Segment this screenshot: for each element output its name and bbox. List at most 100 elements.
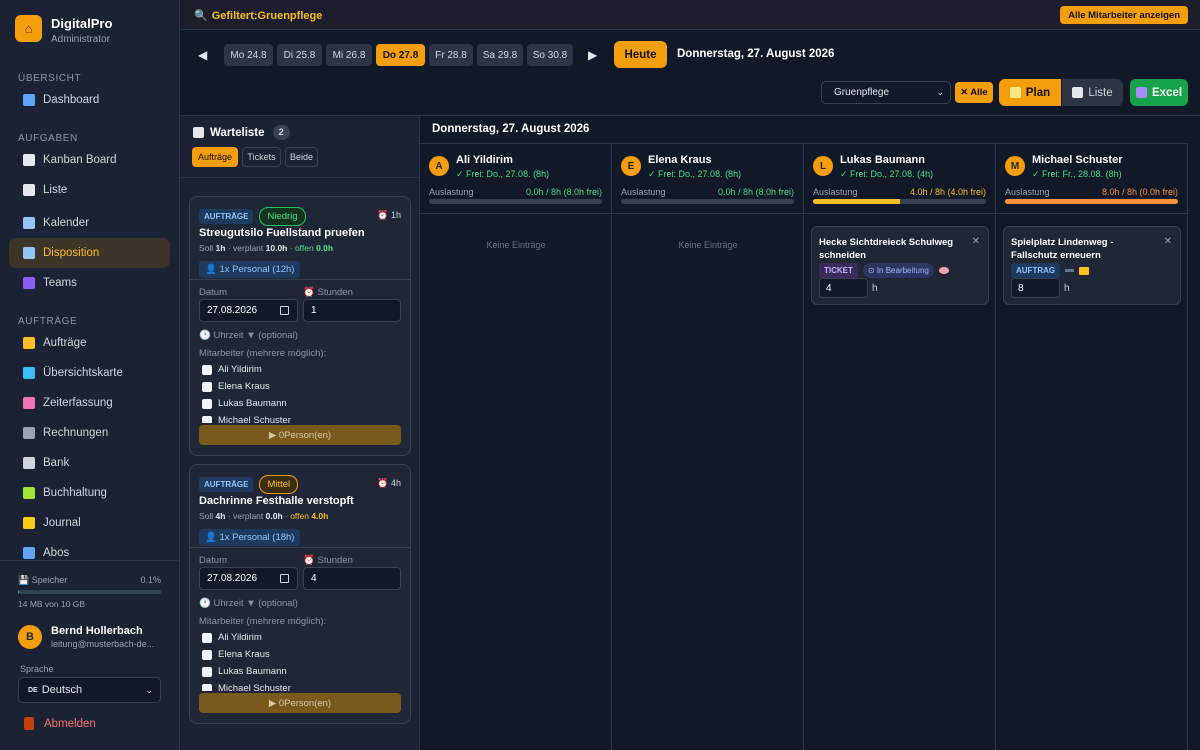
- language-select[interactable]: DE Deutsch ⌄: [18, 677, 161, 703]
- close-icon[interactable]: ✕: [1164, 236, 1172, 247]
- checkbox[interactable]: [202, 649, 212, 660]
- bank-icon: [23, 457, 35, 469]
- waitlist-card[interactable]: AUFTRÄGE Niedrig ⏰ 1h Streugutsilo Fuells…: [189, 196, 411, 456]
- sidebar-footer: 💾 Speicher 0.1% 14 MB von 10 GB B Bernd H…: [0, 560, 179, 750]
- employee-checkbox[interactable]: Ali Yildirim: [202, 632, 262, 643]
- logout-label: Abmelden: [44, 717, 96, 730]
- plan-entry-card[interactable]: Hecke Sichtdreieck Schulweg schneiden ✕ …: [811, 226, 989, 305]
- clear-filter-button[interactable]: ✕ Alle: [955, 82, 993, 103]
- employee-checkbox[interactable]: Ali Yildirim: [202, 364, 262, 375]
- invoice-icon: [23, 427, 35, 439]
- checkbox[interactable]: [202, 364, 212, 375]
- sidebar-item-label: Kalender: [43, 217, 90, 229]
- plan-view-button[interactable]: Plan: [999, 79, 1061, 106]
- sidebar-item-liste[interactable]: Liste: [9, 175, 170, 205]
- utilization-value: 4.0h / 8h (4.0h frei): [909, 187, 986, 197]
- employee-checkbox[interactable]: Michael Schuster: [202, 683, 291, 691]
- employee-checkbox[interactable]: Lukas Baumann: [202, 398, 287, 409]
- entry-hours-input[interactable]: 8: [1011, 278, 1060, 298]
- employee-column-body[interactable]: Spielplatz Lindenweg - Fallschutz erneue…: [996, 215, 1188, 750]
- checkbox[interactable]: [202, 381, 212, 392]
- app-name: DigitalPro: [51, 16, 113, 31]
- sidebar-item-label: Journal: [43, 517, 81, 529]
- employee-checkbox[interactable]: Elena Kraus: [202, 381, 270, 392]
- checkbox[interactable]: [202, 683, 212, 691]
- tab-beide[interactable]: Beide: [285, 147, 318, 167]
- day-tab[interactable]: Mo 24.8: [224, 44, 273, 66]
- user-profile[interactable]: B Bernd Hollerbach leitung@musterbach-de…: [18, 625, 154, 649]
- type-badge: AUFTRAG: [1011, 263, 1061, 278]
- day-tab[interactable]: Di 25.8: [277, 44, 322, 66]
- checkbox[interactable]: [202, 632, 212, 643]
- avatar: M: [1005, 156, 1025, 176]
- assign-button[interactable]: ▶ 0Person(en): [199, 425, 401, 445]
- sidebar-item-rechnungen[interactable]: Rechnungen: [9, 418, 170, 448]
- list-view-button[interactable]: Liste: [1062, 79, 1123, 106]
- close-icon[interactable]: ✕: [972, 236, 980, 247]
- entry-hours-input[interactable]: 4: [819, 278, 868, 298]
- employee-column-body[interactable]: Keine Einträge: [420, 215, 612, 750]
- sidebar-item-zeiterfassung[interactable]: Zeiterfassung: [9, 388, 170, 418]
- sidebar-item-teams[interactable]: Teams: [9, 268, 170, 298]
- calendar-icon: [23, 247, 35, 259]
- avatar: E: [621, 156, 641, 176]
- chevron-down-icon: ⌄: [936, 87, 944, 97]
- sidebar-item-label: Rechnungen: [43, 427, 109, 439]
- clipboard-icon: [1072, 87, 1084, 98]
- sidebar-item-journal[interactable]: Journal: [9, 508, 170, 538]
- sidebar-item-übersichtskarte[interactable]: Übersichtskarte: [9, 358, 170, 388]
- day-tab[interactable]: So 30.8: [527, 44, 573, 66]
- day-tab[interactable]: Do 27.8: [376, 44, 425, 66]
- utilization-value: 8.0h / 8h (0.0h frei): [1101, 187, 1178, 197]
- waitlist-header: Warteliste 2: [193, 125, 290, 140]
- sidebar-item-dashboard[interactable]: Dashboard: [9, 85, 170, 115]
- utilization-bar: [813, 199, 986, 204]
- waitlist-card[interactable]: AUFTRÄGE Mittel ⏰ 4h Dachrinne Festhalle …: [189, 464, 411, 724]
- show-all-employees-button[interactable]: Alle Mitarbeiter anzeigen: [1060, 6, 1188, 24]
- day-tab[interactable]: Sa 29.8: [477, 44, 523, 66]
- team-select[interactable]: Gruenpflege ⌄: [821, 81, 951, 104]
- sidebar-item-label: Bank: [43, 457, 70, 469]
- checkbox[interactable]: [202, 415, 212, 423]
- utilization-bar: [1005, 199, 1178, 204]
- prev-week-button[interactable]: ◀: [198, 48, 207, 62]
- sidebar-item-kalender[interactable]: Kalender: [9, 208, 170, 238]
- day-tab[interactable]: Mi 26.8: [326, 44, 372, 66]
- empty-state: Keine Einträge: [678, 240, 738, 250]
- tab-auftraege[interactable]: Aufträge: [192, 147, 238, 167]
- storage-info: 💾 Speicher 0.1% 14 MB von 10 GB: [18, 575, 161, 609]
- entry-title: Spielplatz Lindenweg - Fallschutz erneue…: [1011, 237, 1114, 261]
- employee-column-body[interactable]: Hecke Sichtdreieck Schulweg schneiden ✕ …: [804, 215, 996, 750]
- hours-unit: h: [872, 283, 878, 294]
- employee-checkbox[interactable]: Michael Schuster: [202, 415, 291, 423]
- sidebar-item-disposition[interactable]: Disposition: [9, 238, 170, 268]
- user-name: Bernd Hollerbach: [51, 625, 143, 637]
- today-button[interactable]: Heute: [614, 41, 667, 68]
- employee-availability: ✓ Frei: Do., 27.08. (8h): [456, 169, 550, 179]
- sidebar-item-kanban-board[interactable]: Kanban Board: [9, 145, 170, 175]
- employee-checkbox[interactable]: Elena Kraus: [202, 649, 270, 660]
- employee-availability: ✓ Frei: Do., 27.08. (8h): [648, 169, 742, 179]
- empty-state: Keine Einträge: [486, 240, 546, 250]
- assign-button[interactable]: ▶ 0Person(en): [199, 693, 401, 713]
- employee-column-header: L Lukas Baumann ✓ Frei: Do., 27.08. (4h)…: [804, 143, 996, 214]
- tab-tickets[interactable]: Tickets: [242, 147, 281, 167]
- document-icon: [23, 184, 35, 196]
- logout-button[interactable]: Abmelden: [24, 717, 96, 730]
- plan-entry-card[interactable]: Spielplatz Lindenweg - Fallschutz erneue…: [1003, 226, 1181, 305]
- eye-icon[interactable]: [938, 267, 949, 274]
- sidebar-item-abos[interactable]: Abos: [9, 538, 170, 560]
- employee-checkbox[interactable]: Lukas Baumann: [202, 666, 287, 677]
- excel-export-button[interactable]: Excel: [1130, 79, 1188, 106]
- sidebar-item-bank[interactable]: Bank: [9, 448, 170, 478]
- sidebar-item-aufträge[interactable]: Aufträge: [9, 328, 170, 358]
- sidebar-item-buchhaltung[interactable]: Buchhaltung: [9, 478, 170, 508]
- next-week-button[interactable]: ▶: [588, 48, 597, 62]
- clock-icon: [23, 397, 35, 409]
- day-tab[interactable]: Fr 28.8: [429, 44, 473, 66]
- utilization-label: Auslastung: [429, 187, 474, 197]
- sidebar: ⌂ DigitalPro Administrator Übersicht Dash…: [0, 0, 180, 750]
- checkbox[interactable]: [202, 666, 212, 677]
- employee-column-body[interactable]: Keine Einträge: [612, 215, 804, 750]
- checkbox[interactable]: [202, 398, 212, 409]
